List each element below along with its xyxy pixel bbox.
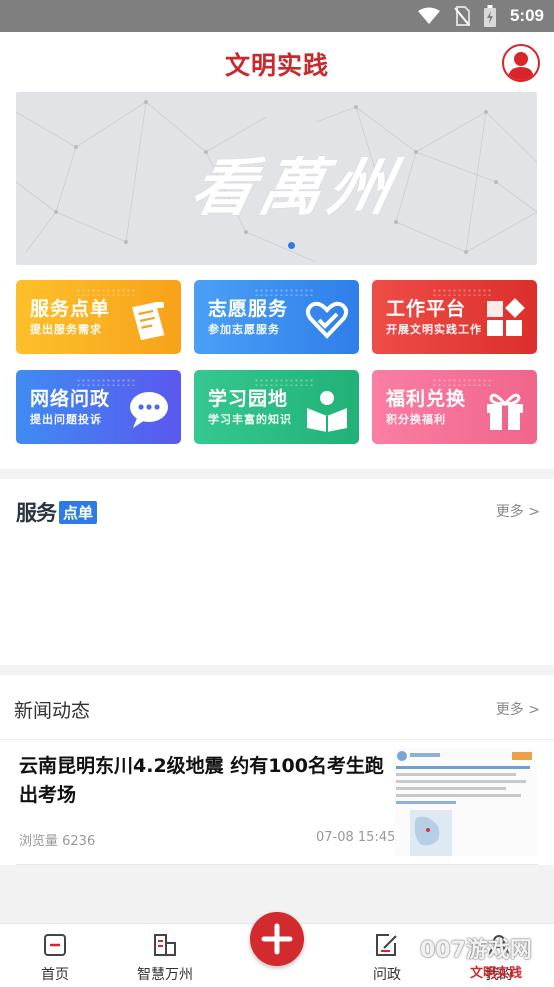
- no-sim-icon: [454, 6, 470, 26]
- news-timestamp: 07-08 15:45: [316, 830, 396, 845]
- news-more-link[interactable]: 更多 >: [496, 699, 540, 719]
- watermark-text: 007游戏网: [420, 938, 532, 963]
- news-view-count: 浏览量 6236: [19, 834, 96, 849]
- nav-label: 问政: [373, 967, 401, 983]
- tile-subtitle: 开展文明实践工作: [386, 323, 482, 336]
- tile-welfare-exchange[interactable]: 福利兑换 积分换福利: [372, 370, 537, 444]
- home-icon: [44, 934, 66, 956]
- battery-charging-icon: [483, 5, 496, 27]
- tile-online-inquiry[interactable]: 网络问政 提出问题投诉: [16, 370, 181, 444]
- blocks-icon: [487, 298, 525, 336]
- tile-work-platform[interactable]: 工作平台 开展文明实践工作: [372, 280, 537, 354]
- status-time: 5:09: [509, 6, 544, 25]
- service-title-main: 服务: [16, 501, 57, 525]
- tile-service-order[interactable]: 服务点单 提出服务需求: [16, 280, 181, 354]
- building-icon: [154, 934, 176, 956]
- news-section-heading: 新闻动态: [14, 700, 91, 722]
- service-order-section: 服务 点单 更多 >: [0, 479, 554, 665]
- watermark-subtext: 文明实践: [470, 966, 523, 981]
- gift-icon: [487, 393, 523, 430]
- divider: [16, 864, 538, 865]
- service-section-title: 服务 点单: [16, 497, 98, 527]
- nav-item-smart-wanzhou[interactable]: 智慧万州: [115, 924, 215, 987]
- news-section: 新闻动态 更多 > 云南昆明东川4.2级地震 约有100名考生跑出考场 浏览量 …: [0, 675, 554, 865]
- service-more-link[interactable]: 更多 >: [496, 501, 540, 521]
- tile-title: 福利兑换: [386, 388, 467, 410]
- tile-subtitle: 提出问题投诉: [30, 413, 102, 426]
- tile-title: 服务点单: [30, 298, 111, 320]
- user-avatar-icon[interactable]: [502, 44, 540, 82]
- clipboard-icon: [131, 302, 165, 341]
- tile-learning-garden[interactable]: 学习园地 学习丰富的知识: [194, 370, 359, 444]
- service-title-badge: 点单: [59, 500, 98, 524]
- banner-calligraphy-text: 看萬州: [185, 151, 405, 224]
- add-button[interactable]: [250, 912, 304, 966]
- service-tiles-grid: 服务点单 提出服务需求 志愿服务 参加志愿服务 工作平台 开展文明实践工作 网络…: [16, 280, 538, 445]
- tile-subtitle: 参加志愿服务: [208, 323, 280, 336]
- news-title: 云南昆明东川4.2级地震 约有100名考生跑出考场: [19, 755, 384, 806]
- carousel-indicator-dot: [288, 242, 295, 249]
- edit-icon: [376, 934, 397, 956]
- tile-subtitle: 积分换福利: [386, 413, 446, 426]
- app-header: 文明实践: [0, 32, 554, 92]
- news-thumbnail: [394, 748, 537, 856]
- chat-bubble-icon: [130, 392, 168, 428]
- nav-item-home[interactable]: 首页: [5, 924, 105, 987]
- status-icons: 5:09: [417, 4, 544, 28]
- nav-label: 智慧万州: [137, 967, 193, 983]
- tile-volunteer-service[interactable]: 志愿服务 参加志愿服务: [194, 280, 359, 354]
- banner-carousel[interactable]: 看萬州: [16, 92, 537, 265]
- nav-label: 首页: [41, 967, 69, 983]
- wifi-icon: [417, 7, 440, 24]
- plus-icon: [261, 923, 293, 955]
- tile-title: 工作平台: [386, 298, 467, 320]
- reading-icon: [307, 391, 347, 432]
- tile-title: 网络问政: [30, 388, 111, 410]
- tile-title: 学习园地: [208, 388, 289, 410]
- news-list-item[interactable]: 云南昆明东川4.2级地震 约有100名考生跑出考场 浏览量 6236 07-08…: [0, 740, 554, 865]
- page-title: 文明实践: [224, 51, 329, 80]
- top-panel: 看萬州 服务点单 提出服务需求 志愿服务 参加志愿服务 工作平台 开展文明实践工…: [0, 92, 554, 469]
- tile-subtitle: 学习丰富的知识: [208, 413, 292, 426]
- tile-title: 志愿服务: [208, 298, 289, 320]
- status-bar: 5:09: [0, 0, 554, 32]
- tile-subtitle: 提出服务需求: [30, 323, 102, 336]
- heart-hands-icon: [305, 301, 349, 339]
